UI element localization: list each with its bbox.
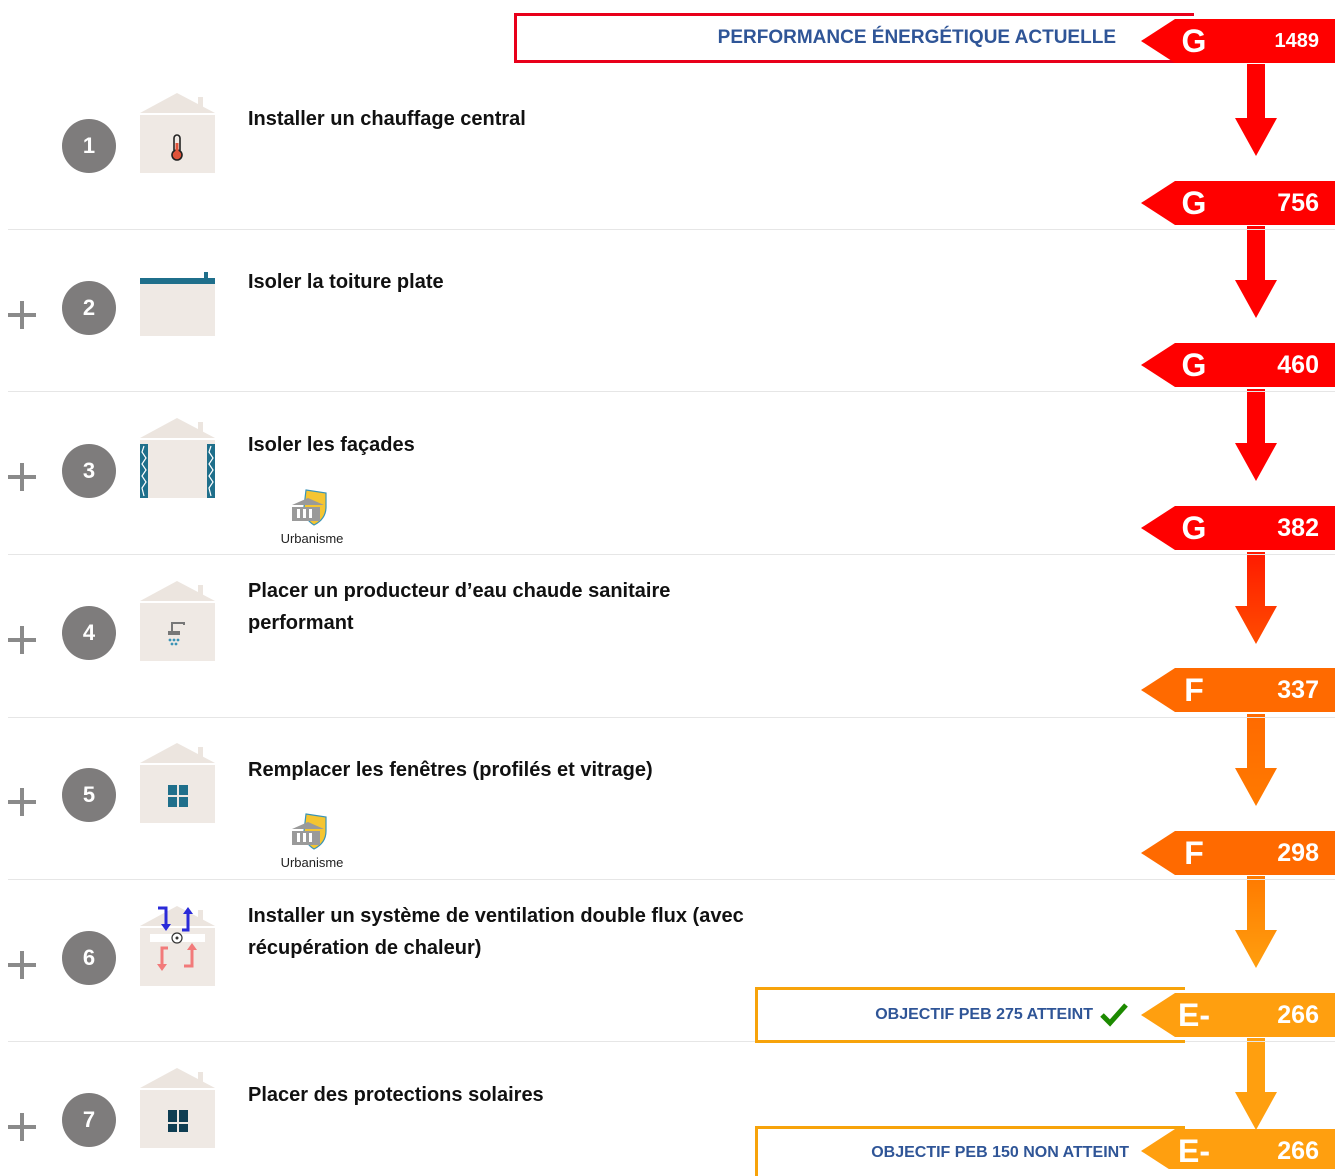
step-title: Placer des protections solaires [248,1084,544,1106]
step-title: Remplacer les fenêtres (profilés et vitr… [248,759,653,781]
rating-value: 266 [1277,1137,1319,1165]
rating-label: E- [1178,997,1210,1033]
step-title: Isoler les façades [248,434,415,456]
down-arrow-icon [1235,226,1277,318]
row-divider [8,229,1335,230]
step-title: Isoler la toiture plate [248,271,444,293]
urbanisme-label: Urbanisme [280,531,344,546]
rating-badge: G 382 [1141,506,1335,550]
plus-icon [8,626,36,654]
ventilation-icon [140,906,215,986]
rating-value: 298 [1277,839,1319,867]
sun-protection-icon [140,1068,215,1148]
rating-label: F [1184,835,1204,871]
rating-badge: F 337 [1141,668,1335,712]
urbanisme-shield-icon [292,813,327,850]
rating-label: F [1184,672,1204,708]
row-divider [8,717,1335,718]
step-number-badge: 6 [62,931,116,985]
thermometer-icon [140,93,215,173]
objective-reached-label: OBJECTIF PEB 275 ATTEINT [875,1006,1093,1023]
window-icon [140,743,215,823]
rating-badge: E- 266 [1141,1129,1335,1169]
urbanisme-note: Urbanisme [264,487,360,546]
current-rating-label: G [1181,23,1207,59]
step-number-badge: 7 [62,1093,116,1147]
down-arrow-icon [1235,1038,1277,1130]
plus-icon [8,951,36,979]
plus-icon [8,301,36,329]
urbanisme-shield-icon [292,489,327,526]
down-arrow-icon [1235,552,1277,644]
rating-badge: G 756 [1141,181,1335,225]
current-rating-badge: G 1489 [1141,19,1335,63]
plus-icon [8,788,36,816]
step-title: Installer un chauffage central [248,108,526,130]
row-divider [8,879,1335,880]
step-title: Placer un producteur d’eau chaude sanita… [248,580,671,634]
rating-label: G [1181,510,1207,546]
down-arrow-icon [1235,876,1277,968]
rating-badge: E- 266 [1141,993,1335,1037]
plus-icon [8,463,36,491]
objective-reached-banner: OBJECTIF PEB 275 ATTEINT [755,987,1185,1043]
rating-value: 337 [1277,676,1319,704]
shower-icon [140,581,215,661]
step-number-badge: 5 [62,768,116,822]
plus-icon [8,1113,36,1141]
step-number-badge: 4 [62,606,116,660]
row-divider [8,554,1335,555]
rating-value: 266 [1277,1001,1319,1029]
flat-roof-icon [140,272,215,336]
current-performance-label: PERFORMANCE ÉNERGÉTIQUE ACTUELLE [717,27,1116,48]
down-arrow-icon [1235,714,1277,806]
current-rating-value: 1489 [1274,30,1320,52]
facade-insulation-icon [140,418,215,498]
rating-value: 756 [1277,189,1319,217]
rating-label: E- [1178,1133,1210,1169]
row-divider [8,391,1335,392]
down-arrow-icon [1235,389,1277,481]
urbanisme-note: Urbanisme [264,811,360,870]
check-icon [1100,1003,1128,1027]
down-arrow-icon [1235,64,1277,156]
rating-value: 460 [1277,351,1319,379]
rating-label: G [1181,185,1207,221]
rating-badge: G 460 [1141,343,1335,387]
step-number-badge: 3 [62,444,116,498]
objective-not-reached-label: OBJECTIF PEB 150 NON ATTEINT [871,1144,1129,1161]
rating-value: 382 [1277,514,1319,542]
rating-label: G [1181,347,1207,383]
step-number-badge: 2 [62,281,116,335]
urbanisme-label: Urbanisme [280,855,344,870]
rating-badge: F 298 [1141,831,1335,875]
current-performance-banner: PERFORMANCE ÉNERGÉTIQUE ACTUELLE [514,13,1194,63]
step-title: Installer un système de ventilation doub… [248,905,744,959]
step-number-badge: 1 [62,119,116,173]
